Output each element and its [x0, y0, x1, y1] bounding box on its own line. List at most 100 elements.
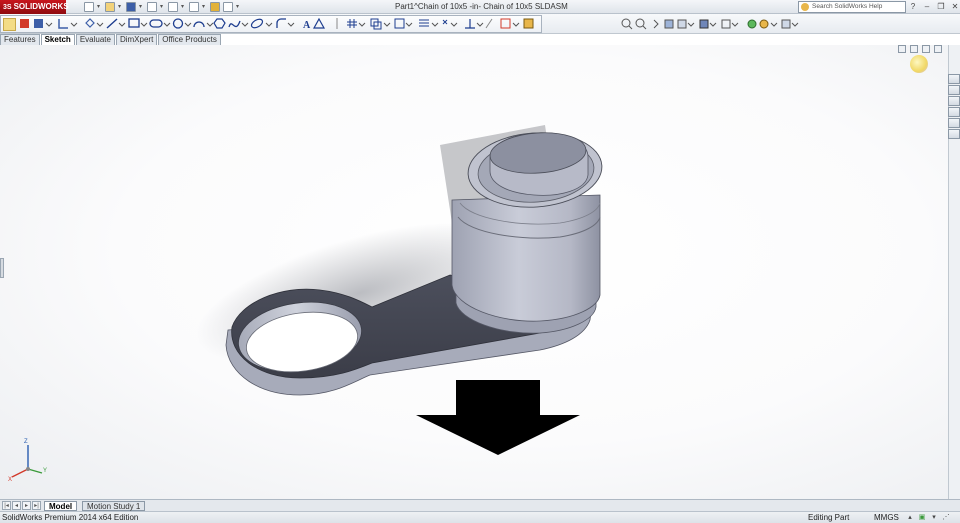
rapid-sketch-icon[interactable] [523, 18, 534, 29]
chevron-down-icon[interactable] [70, 22, 78, 27]
next-tab-arrow-icon[interactable]: ▸ [22, 501, 31, 510]
section-view-icon[interactable] [664, 19, 674, 29]
move-entities-icon[interactable] [442, 19, 448, 25]
chevron-down-icon[interactable] [476, 22, 484, 27]
solidworks-logo[interactable]: 3S SOLIDWORKS [0, 0, 69, 14]
chevron-down-icon[interactable] [184, 22, 192, 27]
chevron-down-icon[interactable]: ▾ [181, 2, 186, 12]
add-relation-icon[interactable] [85, 18, 95, 28]
restore-icon[interactable]: ❐ [936, 1, 946, 12]
chevron-down-icon[interactable] [358, 22, 366, 27]
rebuild-icon[interactable] [210, 2, 220, 12]
open-folder-icon[interactable] [105, 2, 115, 12]
chevron-down-icon[interactable] [96, 22, 104, 27]
new-document-icon[interactable] [84, 2, 94, 12]
chevron-down-icon[interactable] [45, 22, 53, 27]
hide-show-items-icon[interactable] [721, 19, 731, 29]
chevron-down-icon[interactable] [206, 22, 214, 27]
point-icon[interactable] [312, 17, 326, 29]
chevron-down-icon[interactable] [791, 22, 799, 27]
select-arrow-icon[interactable] [189, 2, 199, 12]
units-dropdown-icon[interactable]: ▴ [906, 513, 914, 522]
file-explorer-icon[interactable] [948, 96, 960, 106]
view-palette-icon[interactable] [948, 107, 960, 117]
chevron-down-icon[interactable] [731, 22, 739, 27]
feature-manager-handle[interactable] [0, 258, 4, 278]
view-orientation-icon[interactable] [677, 19, 687, 29]
solidworks-resources-icon[interactable] [948, 74, 960, 84]
appearances-icon[interactable] [948, 118, 960, 128]
search-help-input[interactable]: Search SolidWorks Help [798, 1, 906, 13]
tab-dimxpert[interactable]: DimXpert [115, 34, 158, 45]
status-units[interactable]: MMGS [874, 512, 899, 523]
rectangle-icon[interactable] [128, 18, 140, 28]
display-style-icon[interactable] [699, 19, 709, 29]
arc-icon[interactable] [193, 21, 205, 28]
tab-features[interactable]: Features [0, 34, 40, 45]
linear-pattern-icon[interactable] [419, 19, 429, 27]
chevron-down-icon[interactable] [163, 22, 171, 27]
minimize-icon[interactable]: – [922, 1, 932, 12]
chevron-down-icon[interactable] [383, 22, 391, 27]
chevron-down-icon[interactable] [770, 22, 778, 27]
chevron-down-icon[interactable] [709, 22, 717, 27]
design-library-icon[interactable] [948, 85, 960, 95]
offset-icon[interactable] [394, 18, 405, 29]
chevron-down-icon[interactable] [287, 22, 295, 27]
chevron-down-icon[interactable] [450, 22, 458, 27]
first-tab-arrow-icon[interactable]: |◂ [2, 501, 11, 510]
smart-dimension-icon[interactable] [20, 19, 29, 28]
custom-properties-icon[interactable] [948, 129, 960, 139]
tab-model[interactable]: Model [44, 501, 78, 511]
zoom-to-fit-icon[interactable] [621, 18, 633, 30]
chevron-down-icon[interactable] [118, 22, 126, 27]
save-icon[interactable] [126, 2, 136, 12]
more-icon[interactable]: ▾ [930, 513, 938, 522]
tab-evaluate[interactable]: Evaluate [75, 34, 115, 45]
chevron-down-icon[interactable]: ▾ [236, 2, 241, 12]
zoom-area-icon[interactable] [635, 18, 647, 30]
chevron-down-icon[interactable] [431, 22, 439, 27]
sketch-icon[interactable] [34, 19, 43, 28]
apply-scene-icon[interactable] [759, 19, 769, 29]
polygon-icon[interactable] [213, 18, 226, 29]
print-icon[interactable] [147, 2, 157, 12]
graphics-area[interactable]: Z X Y [0, 45, 948, 499]
smart-dim-icon[interactable] [58, 19, 68, 29]
chevron-down-icon[interactable] [265, 22, 273, 27]
slot-icon[interactable] [149, 19, 163, 28]
edit-appearance-icon[interactable] [747, 19, 757, 29]
previous-tab-arrow-icon[interactable]: ◂ [12, 501, 21, 510]
chevron-down-icon[interactable]: ▾ [118, 2, 123, 12]
chevron-down-icon[interactable] [140, 22, 148, 27]
help-icon[interactable]: ? [908, 1, 918, 12]
circle-icon[interactable] [172, 18, 184, 29]
options-icon[interactable] [223, 2, 233, 12]
chevron-down-icon[interactable]: ▾ [139, 2, 144, 12]
last-tab-arrow-icon[interactable]: ▸| [32, 501, 41, 510]
undo-icon[interactable] [168, 2, 178, 12]
chevron-down-icon[interactable]: ▾ [202, 2, 207, 12]
text-icon[interactable]: A [303, 20, 311, 31]
close-icon[interactable]: ✕ [950, 1, 960, 12]
tab-office-products[interactable]: Office Products [158, 34, 221, 45]
view-settings-icon[interactable] [781, 19, 791, 29]
rebuild-status-icon[interactable]: ▣ [918, 513, 926, 522]
tab-motion-study-1[interactable]: Motion Study 1 [82, 501, 146, 511]
repair-sketch-icon[interactable] [485, 18, 493, 29]
ellipse-icon[interactable] [250, 17, 264, 29]
chevron-down-icon[interactable] [405, 22, 413, 27]
line-icon[interactable] [106, 18, 118, 29]
chevron-down-icon[interactable]: ▾ [97, 2, 102, 12]
display-relations-icon[interactable] [465, 19, 475, 29]
spline-icon[interactable] [228, 20, 241, 28]
tab-sketch[interactable]: Sketch [40, 34, 75, 45]
chevron-down-icon[interactable] [512, 22, 520, 27]
quick-snaps-icon[interactable] [500, 18, 511, 29]
chevron-down-icon[interactable] [241, 22, 249, 27]
previous-view-icon[interactable] [653, 19, 659, 29]
fillet-icon[interactable] [276, 18, 286, 28]
trim-icon[interactable] [347, 19, 357, 28]
convert-entities-icon[interactable] [370, 18, 382, 30]
chevron-down-icon[interactable] [687, 22, 695, 27]
